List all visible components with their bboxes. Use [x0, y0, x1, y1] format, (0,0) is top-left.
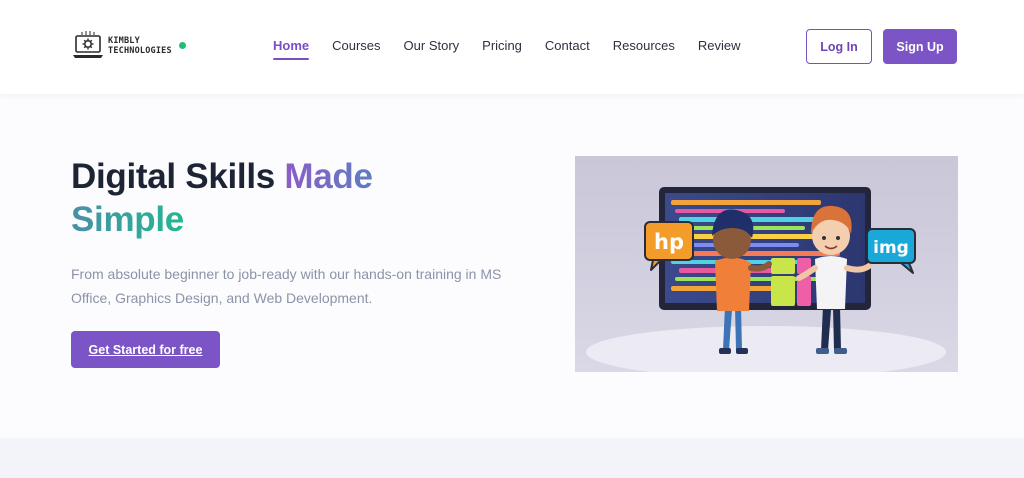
- nav-resources[interactable]: Resources: [613, 38, 675, 60]
- login-button[interactable]: Log In: [806, 29, 872, 64]
- img-bubble-text: img: [873, 238, 909, 258]
- nav-pricing[interactable]: Pricing: [482, 38, 522, 60]
- hero-title-text: Digital Skills: [71, 157, 285, 196]
- get-started-button[interactable]: Get Started for free: [71, 331, 220, 368]
- hero-illustration: hp img: [575, 156, 958, 372]
- hero-title-highlight-simple: Simple: [71, 200, 184, 239]
- signup-button[interactable]: Sign Up: [883, 29, 957, 64]
- brand-name-line2: TECHNOLOGIES: [108, 46, 172, 56]
- laptop-gear-icon: [73, 31, 103, 58]
- next-section-band: [0, 438, 1024, 478]
- status-dot: [178, 41, 186, 49]
- main-nav: Home Courses Our Story Pricing Contact R…: [273, 38, 764, 60]
- hero-subtitle: From absolute beginner to job-ready with…: [71, 266, 502, 306]
- hero-title-highlight-made: Made: [284, 157, 373, 196]
- nav-review[interactable]: Review: [698, 38, 741, 60]
- nav-courses[interactable]: Courses: [332, 38, 380, 60]
- hp-bubble-text: hp: [654, 230, 684, 254]
- nav-home[interactable]: Home: [273, 38, 310, 60]
- brand-logo[interactable]: KIMBLY TECHNOLOGIES: [72, 31, 186, 61]
- hero-title: Digital Skills Made Simple: [71, 155, 531, 241]
- nav-contact[interactable]: Contact: [545, 38, 590, 60]
- nav-our-story[interactable]: Our Story: [404, 38, 460, 60]
- brand-name: KIMBLY TECHNOLOGIES: [108, 36, 172, 56]
- site-header: KIMBLY TECHNOLOGIES Home Courses Our Sto…: [0, 0, 1024, 94]
- brand-name-line1: KIMBLY: [108, 36, 140, 46]
